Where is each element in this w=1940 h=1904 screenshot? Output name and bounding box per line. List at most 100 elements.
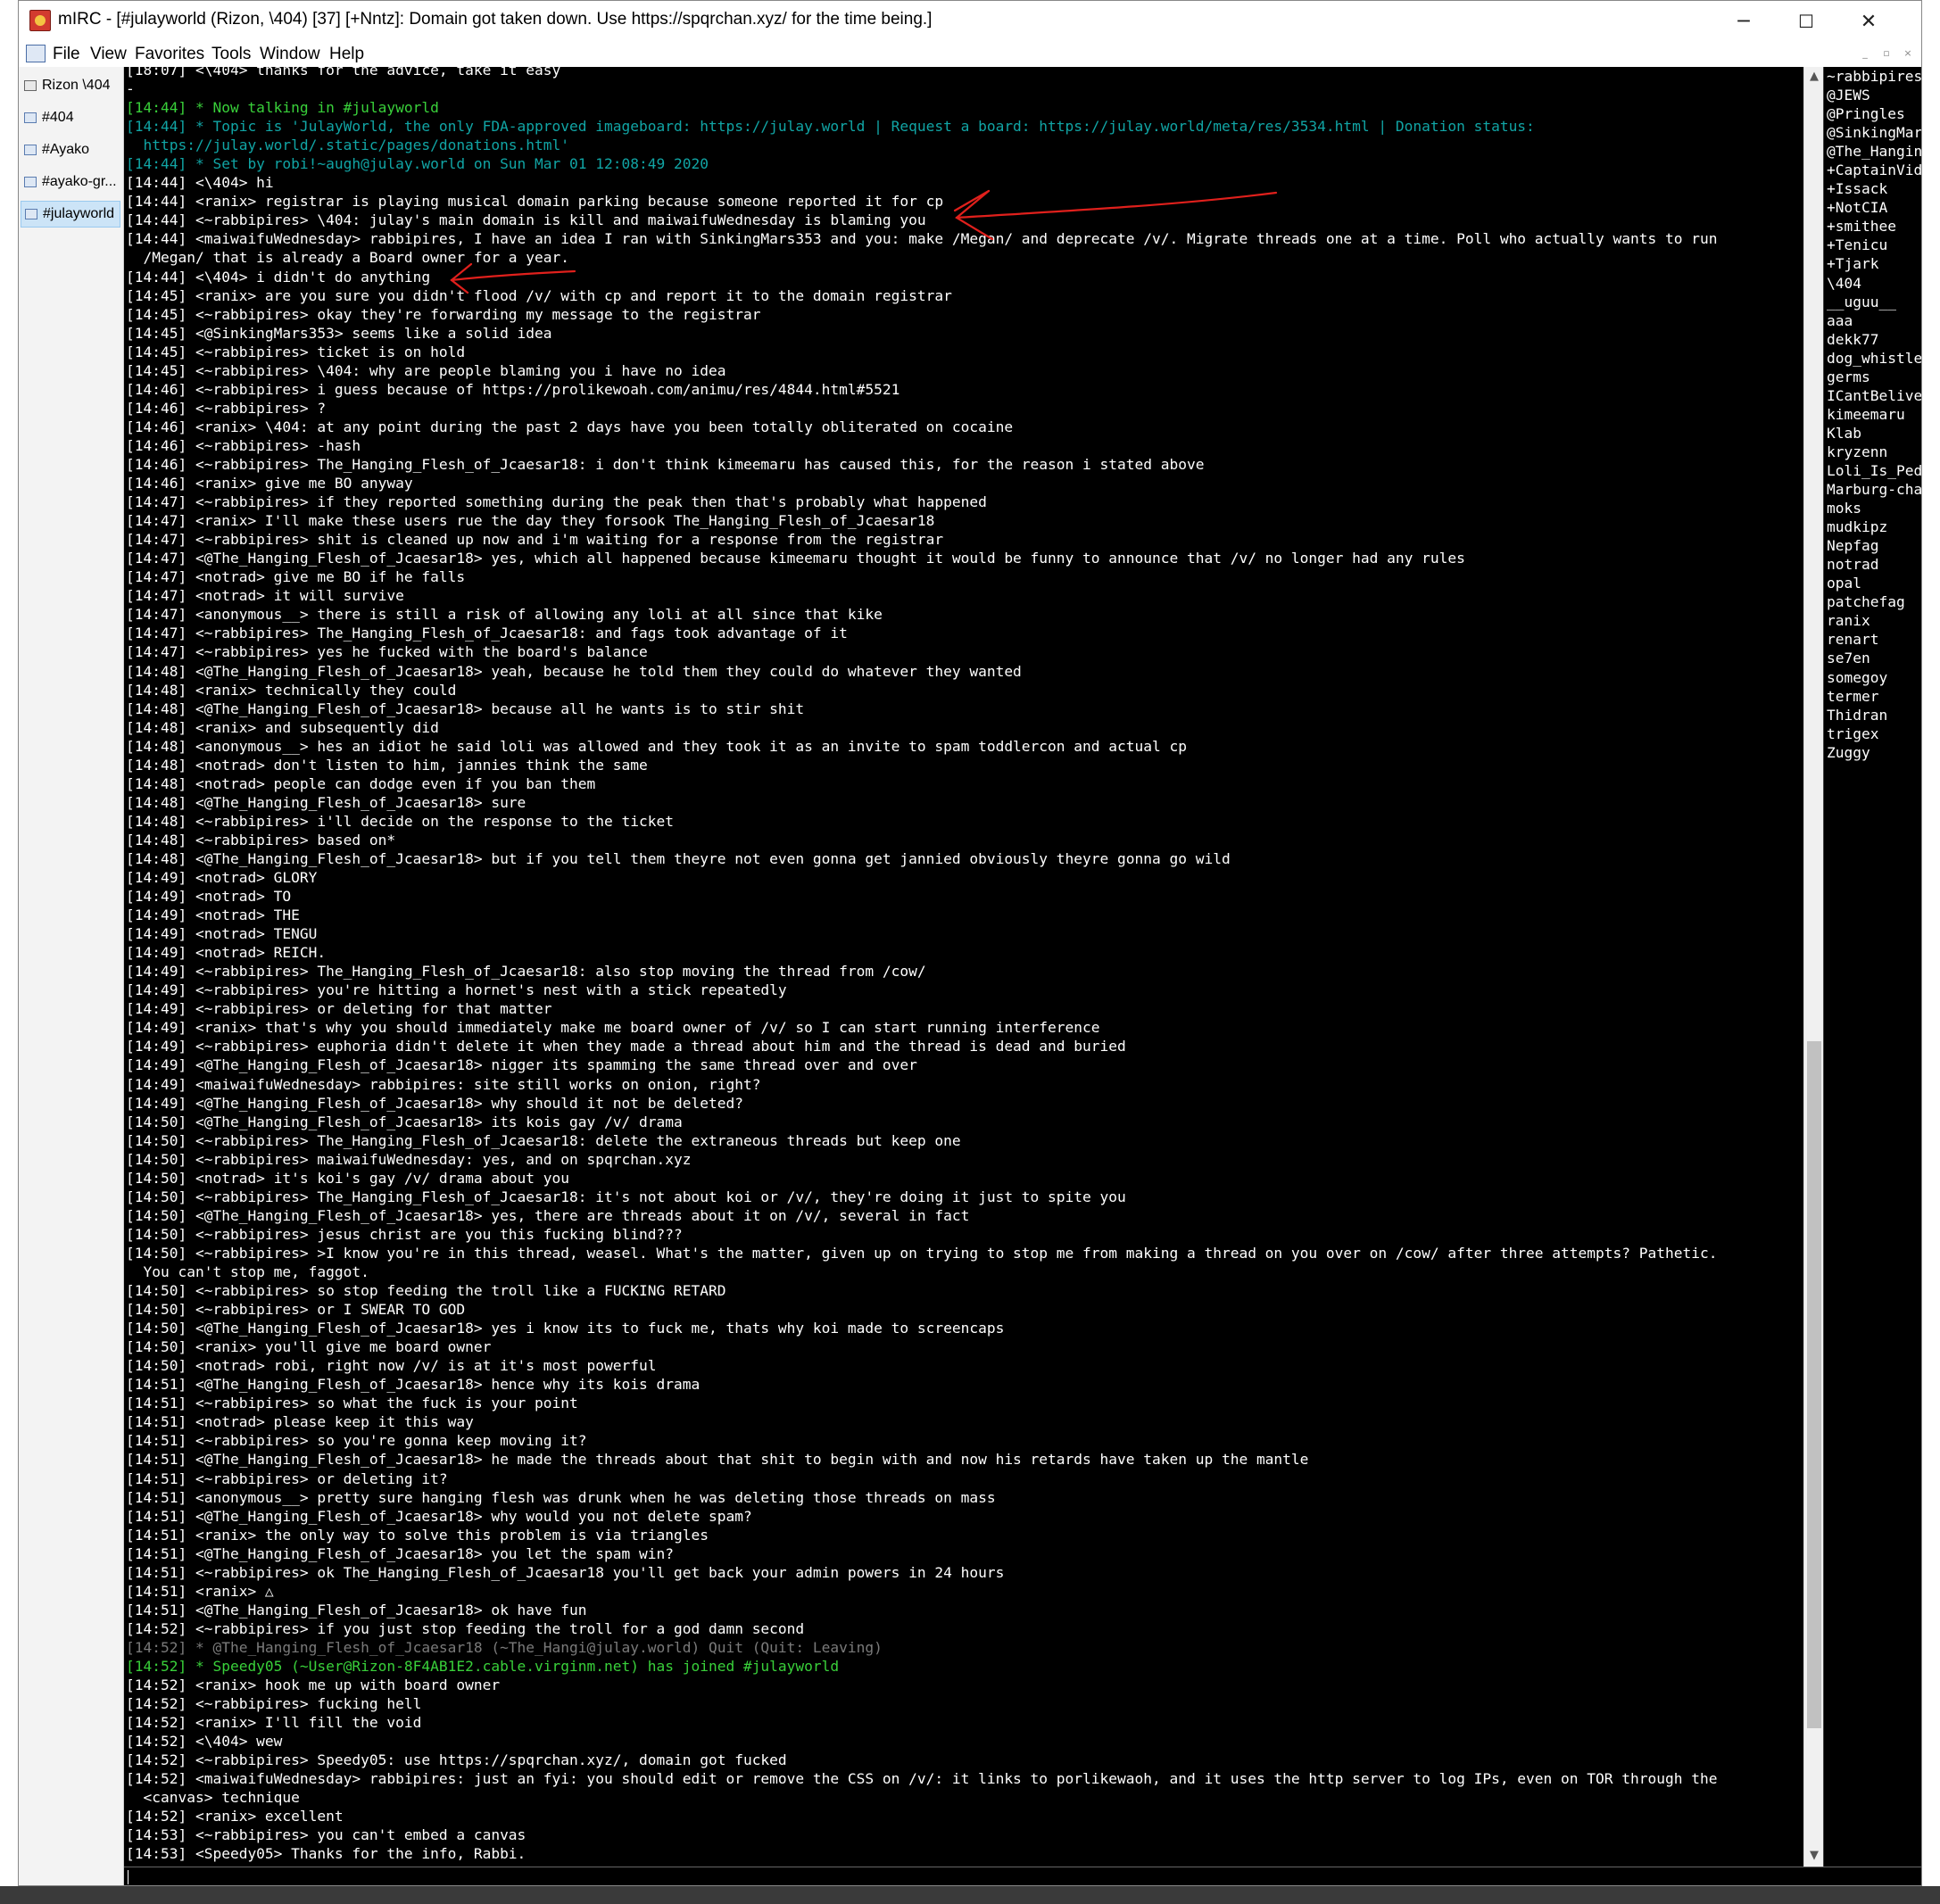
nicklist-item[interactable]: +CaptainVid — [1824, 161, 1921, 179]
chat-line: - — [126, 80, 135, 98]
switchbar-item-ayako[interactable]: #Ayako — [21, 137, 120, 163]
nicklist-item[interactable]: +Issack — [1824, 179, 1921, 198]
chat-line: [14:49] <maiwaifuWednesday> rabbipires: … — [126, 1075, 761, 1093]
chat-scrollbar[interactable]: ▲ ▼ — [1803, 67, 1823, 1867]
chat-line: [14:45] <@SinkingMars353> seems like a s… — [126, 324, 552, 342]
nicklist-item[interactable]: dekk77 — [1824, 330, 1921, 349]
nicklist-item[interactable]: aaa — [1824, 311, 1921, 330]
nicklist-item[interactable]: @JEWS — [1824, 86, 1921, 104]
menu-tools[interactable]: Tools — [211, 45, 251, 64]
switchbar-label: #julayworld — [43, 206, 115, 221]
switchbar-item-404[interactable]: #404 — [21, 104, 120, 131]
chat-line: [14:46] <~rabbipires> ? — [126, 399, 327, 417]
channel-window-icon[interactable] — [26, 45, 46, 62]
chat-line: [14:52] * Speedy05 (~User@Rizon-8F4AB1E2… — [126, 1657, 840, 1675]
menu-view[interactable]: View — [90, 45, 127, 64]
chat-line: [14:48] <@The_Hanging_Flesh_of_Jcaesar18… — [126, 700, 805, 717]
switchbar-item-ayako-gr[interactable]: #ayako-gr... — [21, 169, 120, 195]
nicklist-item[interactable]: @The_Hanging — [1824, 142, 1921, 161]
chat-line: [14:50] <notrad> it's koi's gay /v/ dram… — [126, 1169, 570, 1187]
chat-line: [14:50] <~rabbipires> jesus christ are y… — [126, 1225, 683, 1243]
mdi-close-button[interactable]: × — [1898, 47, 1918, 63]
nicklist-item[interactable]: somegoy — [1824, 668, 1921, 687]
chat-line: [14:46] <ranix> give me BO anyway — [126, 475, 413, 493]
menu-file[interactable]: File — [53, 45, 80, 64]
nicklist-item[interactable]: @SinkingMars — [1824, 123, 1921, 142]
nicklist-item[interactable]: \404 — [1824, 274, 1921, 293]
nicklist-pane[interactable]: ~rabbipires @JEWS @Pringles @SinkingMars @Th… — [1823, 67, 1921, 1867]
switchbar-item-rizon[interactable]: Rizon \404 — [21, 72, 120, 99]
chat-line: [14:52] <\404> wew — [126, 1733, 283, 1751]
nicklist-item[interactable]: ~rabbipires — [1824, 67, 1921, 86]
nicklist-item[interactable]: moks — [1824, 499, 1921, 517]
chat-log-pane[interactable]: [18:07] <\404> thanks for the advice, ta… — [124, 67, 1803, 1867]
nicklist-item[interactable]: ranix — [1824, 611, 1921, 630]
nicklist-item[interactable]: +NotCIA — [1824, 198, 1921, 217]
nicklist-item[interactable]: termer — [1824, 687, 1921, 706]
chat-line: [14:48] <~rabbipires> i'll decide on the… — [126, 812, 674, 830]
minimize-button[interactable]: ─ — [1712, 1, 1775, 42]
nicklist-item[interactable]: kryzenn — [1824, 443, 1921, 461]
nicklist-item[interactable]: @Pringles — [1824, 104, 1921, 123]
chat-line: [14:47] <~rabbipires> if they reported s… — [126, 493, 987, 511]
menu-help[interactable]: Help — [329, 45, 364, 64]
nicklist-item[interactable]: renart — [1824, 630, 1921, 649]
nicklist-item[interactable]: opal — [1824, 574, 1921, 592]
chat-line: [14:44] <\404> i didn't do anything — [126, 268, 431, 286]
nicklist-item[interactable]: trigex — [1824, 724, 1921, 743]
chat-line: [14:48] <@The_Hanging_Flesh_of_Jcaesar18… — [126, 849, 1231, 867]
chat-line: [14:51] <@The_Hanging_Flesh_of_Jcaesar18… — [126, 1451, 1309, 1469]
mdi-restore-button[interactable]: ▫ — [1877, 47, 1896, 63]
menu-favorites[interactable]: Favorites — [135, 45, 204, 64]
scroll-up-arrow-icon[interactable]: ▲ — [1806, 69, 1822, 85]
nicklist-item[interactable]: __uguu__ — [1824, 293, 1921, 311]
nicklist-item[interactable]: dog_whistle — [1824, 349, 1921, 368]
title-bar[interactable]: mIRC - [#julayworld (Rizon, \404) [37] [… — [19, 1, 1921, 42]
close-button[interactable]: ✕ — [1837, 1, 1900, 42]
message-input[interactable] — [124, 1867, 1921, 1885]
nicklist-item[interactable]: se7en — [1824, 649, 1921, 667]
menu-window[interactable]: Window — [260, 45, 320, 64]
mdi-minimize-button[interactable]: _ — [1855, 47, 1875, 63]
nicklist-item[interactable]: Marburg-cha — [1824, 480, 1921, 499]
scrollbar-thumb[interactable] — [1807, 1041, 1821, 1728]
chat-line: [14:49] <notrad> TO — [126, 888, 292, 906]
chat-line: [14:52] <~rabbipires> fucking hell — [126, 1695, 422, 1713]
nicklist-item[interactable]: germs — [1824, 368, 1921, 386]
channel-icon — [24, 145, 37, 155]
switchbar-item-julayworld[interactable]: #julayworld — [21, 201, 120, 228]
chat-line: [14:50] <~rabbipires> or I SWEAR TO GOD — [126, 1301, 466, 1319]
mirc-window: mIRC - [#julayworld (Rizon, \404) [37] [… — [18, 0, 1922, 1886]
chat-line: [14:49] <~rabbipires> euphoria didn't de… — [126, 1038, 1126, 1055]
chat-line: [14:47] <notrad> give me BO if he falls — [126, 568, 466, 586]
nicklist-item[interactable]: Klab — [1824, 424, 1921, 443]
nicklist-item[interactable]: Loli_Is_Ped — [1824, 461, 1921, 480]
nicklist-item[interactable]: +Tjark — [1824, 254, 1921, 273]
chat-line: [14:48] <ranix> technically they could — [126, 681, 457, 699]
nicklist-item[interactable]: kimeemaru — [1824, 405, 1921, 424]
nicklist-item[interactable]: patchefag — [1824, 592, 1921, 611]
nicklist-item[interactable]: notrad — [1824, 555, 1921, 574]
chat-line: [14:52] * @The_Hanging_Flesh_of_Jcaesar1… — [126, 1638, 883, 1656]
maximize-button[interactable]: ☐ — [1775, 1, 1837, 42]
chat-line: [14:51] <@The_Hanging_Flesh_of_Jcaesar18… — [126, 1601, 587, 1618]
nicklist: ~rabbipires @JEWS @Pringles @SinkingMars @Th… — [1824, 67, 1921, 762]
mirc-app-icon — [29, 10, 51, 31]
chat-line: [14:44] * Now talking in #julayworld — [126, 99, 439, 117]
nicklist-item[interactable]: +Tenicu — [1824, 236, 1921, 254]
nicklist-item[interactable]: Nepfag — [1824, 536, 1921, 555]
scroll-down-arrow-icon[interactable]: ▼ — [1806, 1848, 1822, 1864]
chat-line: [14:49] <~rabbipires> or deleting for th… — [126, 1000, 552, 1018]
chat-line: [14:46] <ranix> \404: at any point durin… — [126, 418, 1014, 435]
chat-line: [14:47] <anonymous__> there is still a r… — [126, 606, 883, 624]
channel-icon — [24, 112, 37, 123]
switchbar: Rizon \404 #404 #Ayako #ayako-gr... #jul… — [19, 67, 124, 1885]
nicklist-item[interactable]: ICantBelive — [1824, 386, 1921, 405]
switchbar-label: #Ayako — [42, 142, 90, 157]
nicklist-item[interactable]: Thidran — [1824, 706, 1921, 724]
nicklist-item[interactable]: +smithee — [1824, 217, 1921, 236]
nicklist-item[interactable]: mudkipz — [1824, 517, 1921, 536]
chat-line: [14:44] * Set by robi!~augh@julay.world … — [126, 155, 709, 173]
nicklist-item[interactable]: Zuggy — [1824, 743, 1921, 762]
chat-line: [14:50] <~rabbipires> The_Hanging_Flesh_… — [126, 1131, 961, 1149]
